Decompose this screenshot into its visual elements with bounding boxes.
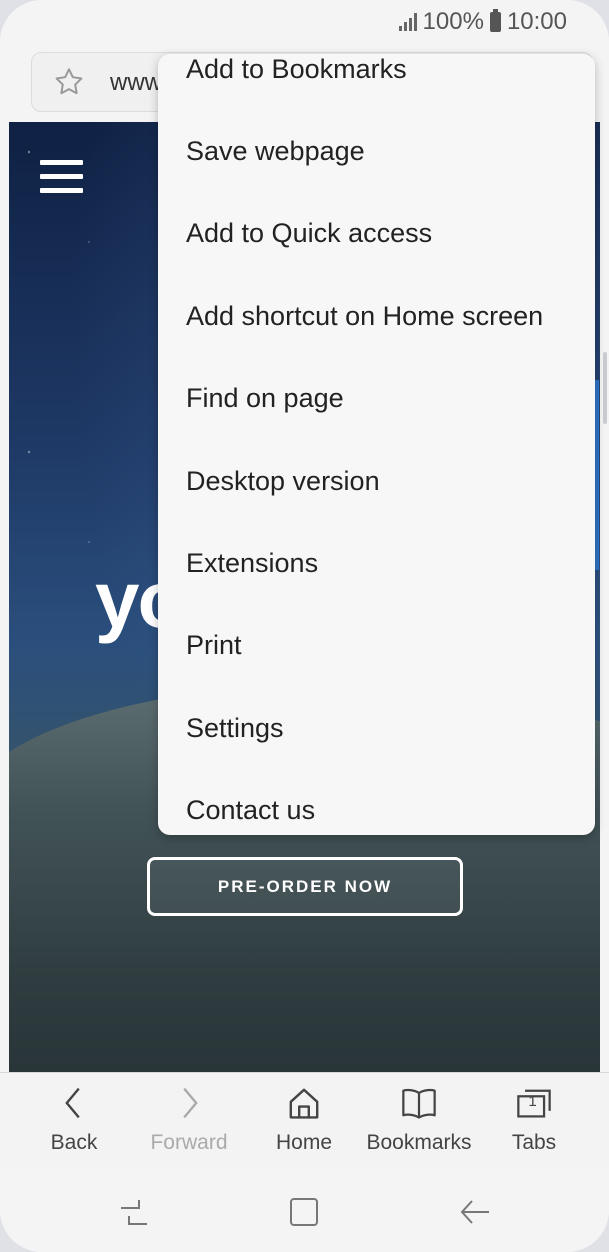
menu-item-extensions[interactable]: Extensions bbox=[158, 522, 595, 604]
chevron-left-icon bbox=[65, 1087, 80, 1119]
chevron-right-icon bbox=[183, 1087, 198, 1119]
home-label: Home bbox=[275, 1131, 333, 1154]
home-icon bbox=[289, 1088, 319, 1119]
menu-item-contact-us[interactable]: Contact us bbox=[158, 770, 595, 835]
menu-item-settings[interactable]: Settings bbox=[158, 687, 595, 769]
menu-item-save-webpage[interactable]: Save webpage bbox=[158, 110, 595, 192]
signal-icon bbox=[398, 13, 417, 31]
tab-count: 1 bbox=[528, 1093, 537, 1110]
system-home-icon[interactable] bbox=[288, 1196, 320, 1228]
menu-item-add-to-quick-access[interactable]: Add to Quick access bbox=[158, 193, 595, 275]
bookmarks-icon bbox=[402, 1088, 436, 1119]
tabs-button[interactable]: 1 Tabs bbox=[474, 1083, 594, 1155]
bookmarks-button[interactable]: Bookmarks bbox=[359, 1083, 479, 1155]
system-back-icon[interactable] bbox=[458, 1196, 492, 1228]
menu-item-add-to-bookmarks[interactable]: Add to Bookmarks bbox=[158, 54, 595, 110]
overflow-menu: Add to Bookmarks Save webpage Add to Qui… bbox=[158, 54, 595, 835]
menu-item-desktop-version[interactable]: Desktop version bbox=[158, 440, 595, 522]
back-label: Back bbox=[50, 1131, 98, 1154]
back-button[interactable]: Back bbox=[14, 1083, 134, 1155]
menu-item-add-shortcut-home[interactable]: Add shortcut on Home screen bbox=[158, 275, 595, 357]
system-nav-bar bbox=[0, 1170, 609, 1252]
battery-percent: 100% bbox=[422, 8, 484, 35]
url-text[interactable]: www bbox=[110, 69, 162, 97]
forward-label: Forward bbox=[150, 1131, 228, 1154]
status-bar: 100% 10:00 bbox=[0, 0, 609, 44]
clock: 10:00 bbox=[506, 8, 567, 35]
menu-item-print[interactable]: Print bbox=[158, 605, 595, 687]
forward-button[interactable]: Forward bbox=[129, 1083, 249, 1155]
preorder-button[interactable]: PRE-ORDER NOW bbox=[147, 857, 463, 916]
status-indicators: 100% 10:00 bbox=[398, 8, 567, 36]
home-button[interactable]: Home bbox=[244, 1083, 364, 1155]
scrollbar-thumb[interactable] bbox=[603, 352, 607, 424]
recents-icon[interactable] bbox=[117, 1196, 151, 1228]
menu-item-find-on-page[interactable]: Find on page bbox=[158, 358, 595, 440]
site-menu-icon[interactable] bbox=[40, 160, 83, 194]
bookmarks-label: Bookmarks bbox=[366, 1131, 472, 1154]
tabs-label: Tabs bbox=[511, 1131, 557, 1154]
bookmark-star-icon[interactable] bbox=[52, 65, 86, 99]
menu-list: Add to Bookmarks Save webpage Add to Qui… bbox=[158, 54, 595, 835]
browser-toolbar: Back Forward Home Bookmarks 1 Tabs bbox=[0, 1072, 609, 1171]
battery-icon bbox=[489, 9, 501, 32]
phone-screen: 100% 10:00 www yo PRE-ORDER NOW Add to B… bbox=[0, 0, 609, 1252]
